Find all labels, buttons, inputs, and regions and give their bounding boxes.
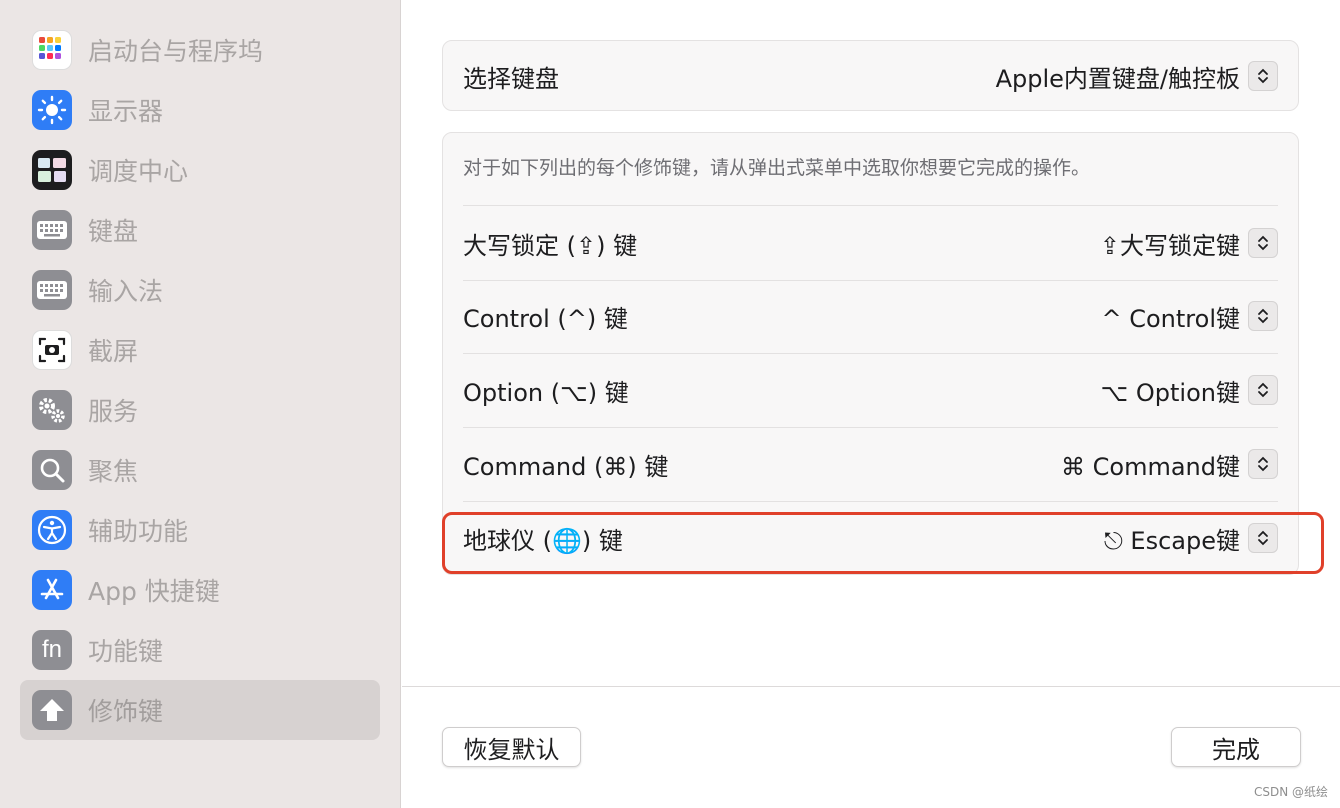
accessibility-icon — [32, 510, 72, 550]
sidebar-item-label: 修饰键 — [88, 697, 164, 726]
up-down-chevron-icon[interactable] — [1248, 523, 1278, 553]
modifier-label: Option (⌥) 键 — [463, 378, 629, 407]
keyboard-select-card: 选择键盘 Apple内置键盘/触控板 — [442, 40, 1299, 111]
sidebar-item-launchpad[interactable]: 启动台与程序坞 — [20, 20, 380, 80]
input-method-keyboard-icon — [32, 270, 72, 310]
modifier-value: ⌘ Command键 — [1061, 452, 1240, 481]
watermark: CSDN @纸绘 — [1253, 785, 1328, 799]
keyboard-select-label: 选择键盘 — [463, 64, 559, 93]
modifier-popup[interactable]: ⎋ Escape键 — [1104, 521, 1278, 556]
modifier-value: ⇪大写锁定键 — [1099, 231, 1240, 260]
modifier-row-control: Control (^) 键 ^ Control键 — [463, 279, 1278, 354]
modifier-label: Control (^) 键 — [463, 304, 628, 333]
keyboard-icon — [32, 210, 72, 250]
up-down-chevron-icon[interactable] — [1248, 228, 1278, 258]
done-button[interactable]: 完成 — [1171, 727, 1301, 767]
restore-defaults-button[interactable]: 恢复默认 — [442, 727, 581, 767]
screenshot-camera-icon — [32, 330, 72, 370]
modifier-row-option: Option (⌥) 键 ⌥ Option键 — [463, 353, 1278, 428]
modifier-row-caps-lock: 大写锁定 (⇪) 键 ⇪大写锁定键 — [463, 205, 1278, 281]
mission-control-icon — [32, 150, 72, 190]
sidebar-item-label: 辅助功能 — [88, 517, 189, 546]
sidebar-item-spotlight[interactable]: 聚焦 — [20, 440, 380, 500]
modifier-label: Command (⌘) 键 — [463, 452, 669, 481]
app-store-icon — [32, 570, 72, 610]
sidebar-item-keyboard[interactable]: 键盘 — [20, 200, 380, 260]
sidebar-item-label: App 快捷键 — [88, 577, 220, 606]
modifier-keys-card: 对于如下列出的每个修饰键，请从弹出式菜单中选取你想要它完成的操作。 大写锁定 (… — [442, 132, 1299, 575]
up-down-chevron-icon[interactable] — [1248, 449, 1278, 479]
modifier-popup[interactable]: ⇪大写锁定键 — [1100, 226, 1278, 261]
sidebar-item-label: 功能键 — [88, 637, 164, 666]
keyboard-select-value: Apple内置键盘/触控板 — [995, 64, 1240, 93]
modifier-popup[interactable]: ⌘ Command键 — [1061, 447, 1278, 482]
up-down-chevron-icon[interactable] — [1248, 301, 1278, 331]
sidebar-item-label: 键盘 — [88, 217, 139, 246]
modifier-value: ⎋ Escape键 — [1103, 526, 1240, 555]
footer-divider — [402, 686, 1340, 687]
sidebar-item-label: 聚焦 — [88, 457, 139, 486]
modifier-row-globe: 地球仪 (🌐) 键 ⎋ Escape键 — [463, 501, 1278, 575]
launchpad-icon — [32, 30, 72, 70]
modifier-value: ^ Control键 — [1101, 304, 1241, 333]
modifier-popup[interactable]: ⌥ Option键 — [1101, 373, 1278, 408]
sidebar-item-label: 调度中心 — [88, 157, 189, 186]
sidebar-item-input-method[interactable]: 输入法 — [20, 260, 380, 320]
modifier-row-command: Command (⌘) 键 ⌘ Command键 — [463, 427, 1278, 502]
sidebar: 启动台与程序坞 显示器 调度中心 键盘 输入法 截屏 服务 聚焦 辅助功能 Ap… — [0, 0, 401, 808]
sidebar-item-display[interactable]: 显示器 — [20, 80, 380, 140]
sidebar-item-app-shortcuts[interactable]: App 快捷键 — [20, 560, 380, 620]
modifier-description: 对于如下列出的每个修饰键，请从弹出式菜单中选取你想要它完成的操作。 — [463, 157, 1091, 179]
modifier-label: 地球仪 (🌐) 键 — [463, 526, 623, 555]
sidebar-item-label: 截屏 — [88, 337, 139, 366]
sidebar-item-label: 启动台与程序坞 — [88, 37, 264, 66]
sidebar-item-label: 服务 — [88, 397, 139, 426]
services-gears-icon — [32, 390, 72, 430]
modifier-label: 大写锁定 (⇪) 键 — [463, 231, 638, 260]
fn-key-icon: fn — [32, 630, 72, 670]
modifier-value: ⌥ Option键 — [1100, 378, 1240, 407]
sidebar-item-accessibility[interactable]: 辅助功能 — [20, 500, 380, 560]
keyboard-select-row: 选择键盘 Apple内置键盘/触控板 — [463, 39, 1278, 113]
up-down-chevron-icon[interactable] — [1248, 375, 1278, 405]
display-sun-icon — [32, 90, 72, 130]
sidebar-item-label: 输入法 — [88, 277, 164, 306]
sidebar-item-screenshot[interactable]: 截屏 — [20, 320, 380, 380]
sidebar-item-modifier-keys[interactable]: 修饰键 — [20, 680, 380, 740]
fn-key-glyph: fn — [41, 636, 62, 663]
keyboard-select-popup[interactable]: Apple内置键盘/触控板 — [996, 59, 1278, 94]
sidebar-item-label: 显示器 — [88, 97, 164, 126]
spotlight-magnifier-icon — [32, 450, 72, 490]
sidebar-item-mission-control[interactable]: 调度中心 — [20, 140, 380, 200]
modifier-arrow-icon — [32, 690, 72, 730]
sidebar-item-services[interactable]: 服务 — [20, 380, 380, 440]
up-down-chevron-icon[interactable] — [1248, 61, 1278, 91]
modifier-popup[interactable]: ^ Control键 — [1101, 299, 1278, 334]
main-panel: 选择键盘 Apple内置键盘/触控板 对于如下列出的每个修饰键，请从弹出式菜单中… — [402, 0, 1340, 808]
sidebar-item-function-keys[interactable]: fn 功能键 — [20, 620, 380, 680]
